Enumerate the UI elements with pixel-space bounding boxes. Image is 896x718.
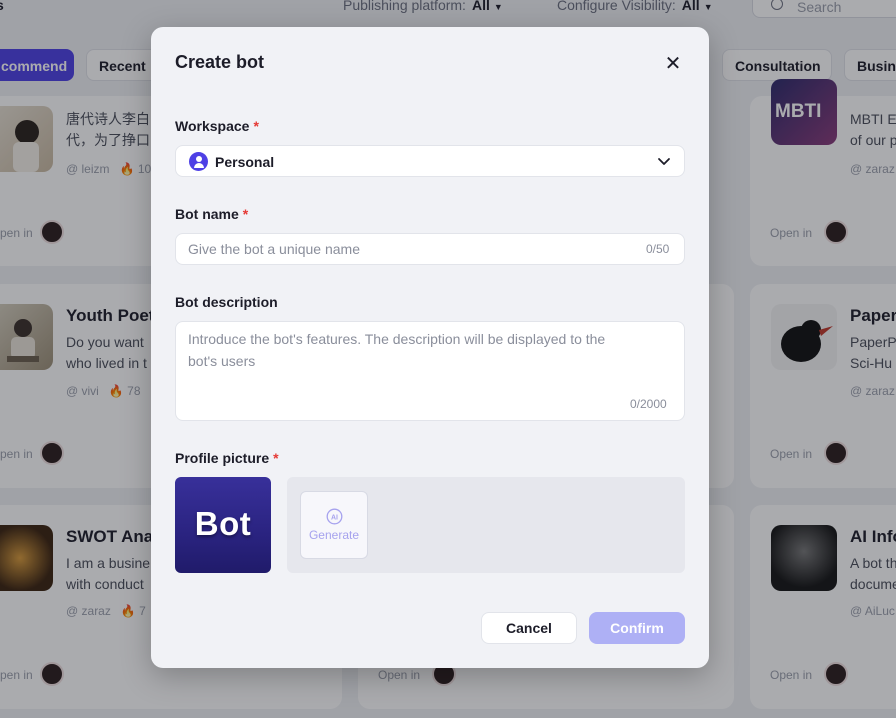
generate-label: Generate xyxy=(308,528,360,542)
avatar-generation-area: AI Generate xyxy=(287,477,685,573)
chevron-down-icon xyxy=(658,158,670,165)
cancel-button[interactable]: Cancel xyxy=(481,612,577,644)
svg-text:AI: AI xyxy=(331,514,338,521)
confirm-button[interactable]: Confirm xyxy=(589,612,685,644)
close-icon: ✕ xyxy=(664,53,682,75)
bot-name-counter: 0/50 xyxy=(646,242,670,256)
generate-avatar-button[interactable]: AI Generate xyxy=(300,491,368,559)
bot-description-label: Bot description xyxy=(175,294,278,310)
workspace-select[interactable]: Personal xyxy=(175,145,685,177)
bot-name-label: Bot name * xyxy=(175,206,249,222)
user-icon xyxy=(189,152,208,171)
workspace-label: Workspace * xyxy=(175,118,259,134)
required-marker: * xyxy=(253,118,259,134)
ai-sparkle-icon: AI xyxy=(326,508,343,525)
dialog-title: Create bot xyxy=(175,52,265,72)
required-marker: * xyxy=(242,206,249,222)
bot-description-input[interactable] xyxy=(175,321,685,421)
close-button[interactable]: ✕ xyxy=(659,51,687,79)
create-bot-dialog: Create bot ✕ Workspace * Personal Bot nam… xyxy=(151,27,709,668)
bot-name-input[interactable] xyxy=(175,233,685,265)
required-marker: * xyxy=(273,450,279,466)
workspace-value: Personal xyxy=(215,154,275,170)
bot-description-counter: 0/2000 xyxy=(630,397,667,411)
profile-picture-preview[interactable]: Bot xyxy=(175,477,271,573)
profile-picture-label: Profile picture * xyxy=(175,450,279,466)
